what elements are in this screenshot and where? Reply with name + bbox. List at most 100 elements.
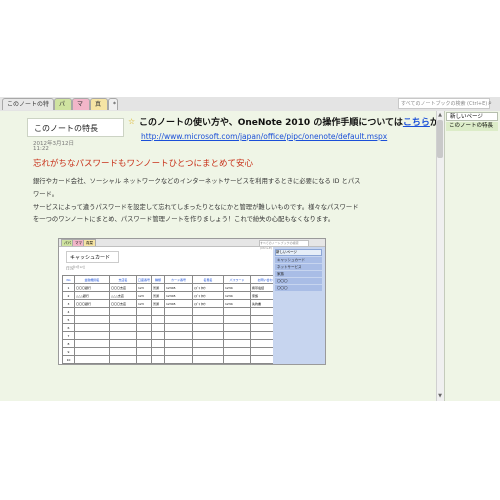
table-cell bbox=[164, 347, 194, 356]
table-cell bbox=[151, 355, 166, 364]
table-cell bbox=[192, 339, 225, 348]
table-cell: 6 bbox=[62, 323, 75, 332]
table-cell: 〇〇〇銀行 bbox=[74, 299, 110, 308]
table-cell: 123 bbox=[135, 291, 153, 300]
table-cell bbox=[223, 347, 252, 356]
table-cell bbox=[151, 307, 166, 316]
table-cell bbox=[74, 307, 110, 316]
table-cell: 12345 bbox=[164, 283, 194, 292]
table-cell bbox=[223, 331, 252, 340]
table-cell: ｽｽﾞｷ ﾀﾛｳ bbox=[192, 283, 225, 292]
paragraph-line: ワード。 bbox=[33, 191, 59, 198]
scrollbar-thumb[interactable] bbox=[437, 120, 443, 158]
table-cell: 1234 bbox=[223, 283, 252, 292]
table-header-cell: カード番号 bbox=[164, 275, 194, 284]
table-cell: 9 bbox=[62, 347, 75, 356]
table-cell bbox=[223, 355, 252, 364]
table-cell bbox=[109, 355, 137, 364]
page-list-panel bbox=[444, 111, 500, 401]
table-cell bbox=[192, 331, 225, 340]
table-header-row: No 金融機関名 支店名 口座番号 種類 カード番号 名義名 パスワード お問い合わせ bbox=[62, 275, 284, 284]
embedded-new-page: 新しいページ bbox=[275, 249, 322, 256]
table-cell: 普通 bbox=[151, 283, 166, 292]
table-cell bbox=[74, 331, 110, 340]
star-new-icon: * bbox=[113, 101, 116, 108]
reference-url-link[interactable]: http://www.microsoft.com/japan/office/pi… bbox=[141, 132, 387, 141]
embedded-page-title: キャッシュカード bbox=[66, 251, 119, 263]
table-cell bbox=[109, 307, 137, 316]
table-cell: 12345 bbox=[164, 291, 194, 300]
table-cell: 普通 bbox=[151, 291, 166, 300]
table-row: 7 bbox=[62, 331, 284, 340]
tab-papa[interactable]: パパ bbox=[54, 98, 72, 120]
table-cell bbox=[135, 355, 153, 364]
search-input[interactable]: すべてのノートブックの検索 (Ctrl+E) bbox=[398, 98, 490, 109]
table-cell: 〇〇〇支店 bbox=[109, 283, 137, 292]
table-cell bbox=[192, 307, 225, 316]
table-row: 2 △△△銀行 △△△支店 123 普通 12345 ｽｽﾞｷ ﾀﾛｳ 1234 家族 bbox=[62, 291, 284, 300]
table-header-cell: 名義名 bbox=[192, 275, 225, 284]
password-table: No 金融機関名 支店名 口座番号 種類 カード番号 名義名 パスワード お問い合わせ 1 〇〇〇… bbox=[62, 275, 284, 364]
headline-link[interactable]: こちら bbox=[403, 118, 430, 128]
section-heading: 忘れがちなパスワードもワンノートひとつにまとめて安心 bbox=[33, 159, 253, 169]
headline-text: このノートの使い方や、OneNote 2010 の操作手順については bbox=[139, 118, 403, 128]
table-cell: 123 bbox=[135, 283, 153, 292]
embedded-search: すべてのノートブックの検索 (Ctrl+E) bbox=[259, 240, 309, 250]
paragraph-line: を一つのワンノートにまとめ、パスワード管理ノートを作りましょう！これで紛失の心配… bbox=[33, 216, 335, 223]
table-cell bbox=[74, 323, 110, 332]
table-header-cell: 種類 bbox=[151, 275, 166, 284]
table-header-cell: パスワード bbox=[223, 275, 252, 284]
table-cell: 〇〇〇支店 bbox=[109, 299, 137, 308]
table-header-cell: 口座番号 bbox=[135, 275, 153, 284]
search-icon[interactable]: ⌕ bbox=[488, 98, 496, 109]
tab-shiori[interactable]: 真栞 bbox=[90, 98, 108, 120]
table-header-cell: No bbox=[62, 275, 75, 284]
embedded-screenshot: パパ ママ 真栞 すべてのノートブックの検索 (Ctrl+E) キャッシュカード… bbox=[58, 238, 326, 365]
table-cell: △△△支店 bbox=[109, 291, 137, 300]
tab-mama[interactable]: ママ bbox=[72, 98, 90, 120]
table-cell: 5 bbox=[62, 315, 75, 324]
table-row: 4 bbox=[62, 307, 284, 316]
table-cell bbox=[151, 315, 166, 324]
table-cell bbox=[223, 315, 252, 324]
embedded-tab: 真栞 bbox=[83, 239, 96, 246]
table-cell: 10 bbox=[62, 355, 75, 364]
page-list-item[interactable]: このノートの特長 bbox=[446, 122, 498, 131]
table-cell bbox=[164, 307, 194, 316]
table-cell: 7 bbox=[62, 331, 75, 340]
table-cell: 〇〇〇銀行 bbox=[74, 283, 110, 292]
table-cell bbox=[135, 331, 153, 340]
table-cell bbox=[151, 347, 166, 356]
table-row: 5 bbox=[62, 315, 284, 324]
tab-features[interactable]: このノートの特長 bbox=[2, 98, 54, 120]
table-cell bbox=[192, 323, 225, 332]
table-cell: 12345 bbox=[164, 299, 194, 308]
table-cell bbox=[151, 323, 166, 332]
table-cell: 123 bbox=[135, 299, 153, 308]
table-row: 9 bbox=[62, 347, 284, 356]
table-row: 8 bbox=[62, 339, 284, 348]
table-row: 6 bbox=[62, 323, 284, 332]
scroll-up-arrow-icon[interactable]: ▲ bbox=[437, 112, 443, 118]
table-cell: △△△銀行 bbox=[74, 291, 110, 300]
table-cell: 1234 bbox=[223, 299, 252, 308]
table-cell: 8 bbox=[62, 339, 75, 348]
table-cell bbox=[74, 355, 110, 364]
page-title[interactable]: このノートの特長 bbox=[27, 118, 124, 137]
scroll-down-arrow-icon[interactable]: ▼ bbox=[437, 393, 443, 399]
embedded-page-item: ネットサービス bbox=[275, 264, 322, 270]
table-cell bbox=[74, 339, 110, 348]
table-cell bbox=[135, 315, 153, 324]
table-cell bbox=[192, 315, 225, 324]
table-cell bbox=[164, 315, 194, 324]
table-cell: 4 bbox=[62, 307, 75, 316]
table-cell bbox=[164, 355, 194, 364]
table-cell bbox=[223, 323, 252, 332]
table-cell bbox=[164, 323, 194, 332]
add-section-tab[interactable]: * bbox=[108, 98, 118, 110]
new-page-button[interactable]: 新しいページ bbox=[446, 112, 498, 121]
paragraph-line: 銀行やカード会社、ソーシャル ネットワークなどのインターネットサービスを利用する… bbox=[33, 178, 361, 185]
table-header-cell: 金融機関名 bbox=[74, 275, 110, 284]
table-cell bbox=[223, 307, 252, 316]
table-cell bbox=[164, 331, 194, 340]
